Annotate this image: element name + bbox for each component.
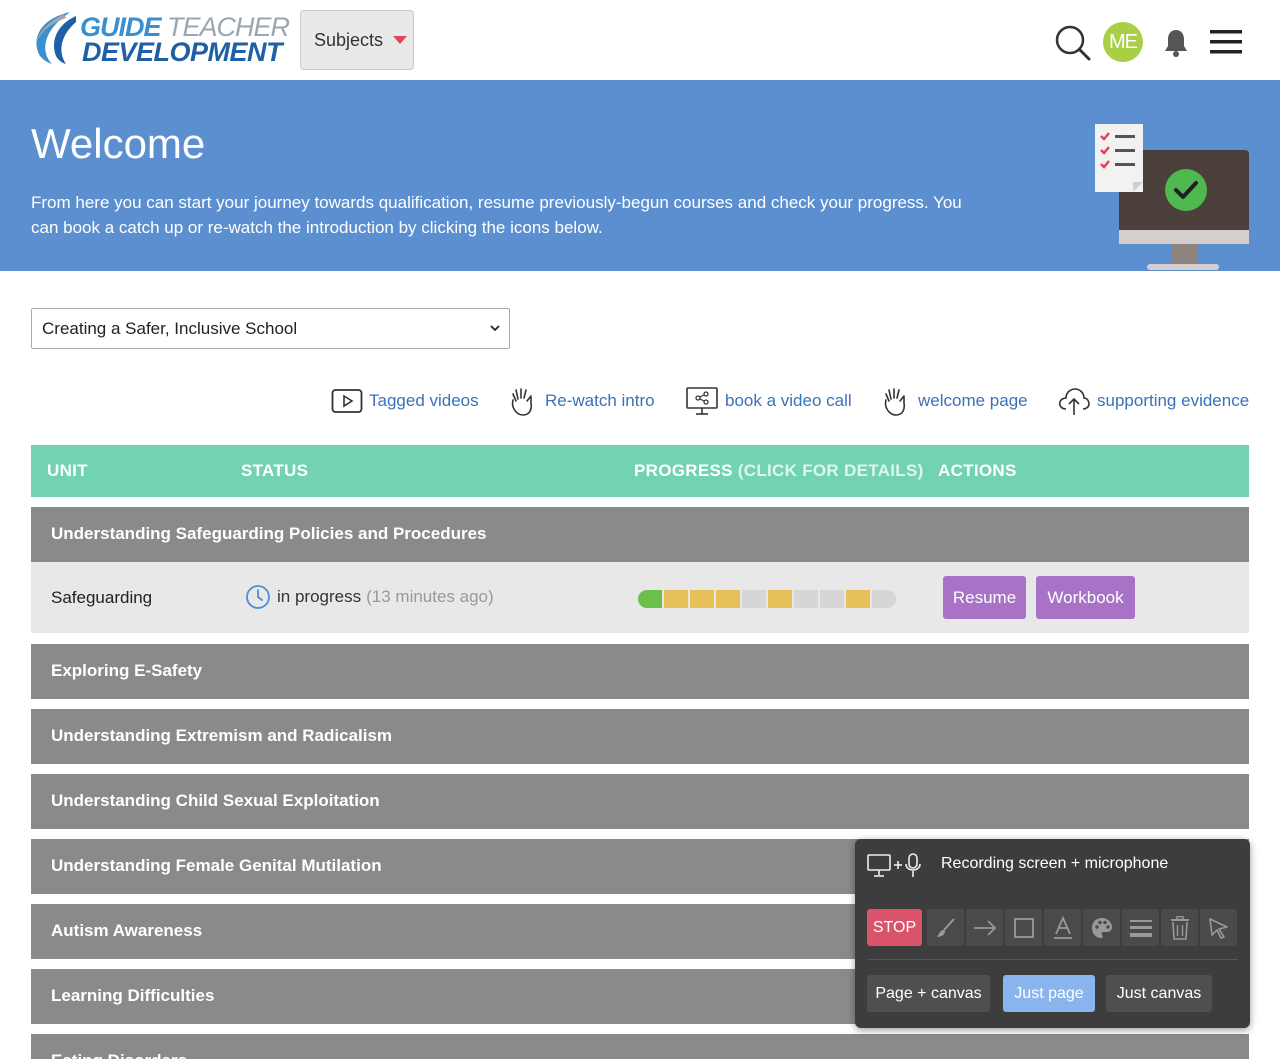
supporting-evidence-link[interactable]: supporting evidence bbox=[1057, 385, 1249, 417]
rewatch-intro-link[interactable]: Re-watch intro bbox=[507, 385, 655, 417]
unit-title: Learning Difficulties bbox=[51, 986, 215, 1005]
workbook-button[interactable]: Workbook bbox=[1036, 576, 1135, 619]
course-select-value: Creating a Safer, Inclusive School bbox=[42, 318, 298, 338]
progress-segment bbox=[872, 590, 896, 608]
page-title: Welcome bbox=[31, 120, 206, 167]
computer-checklist-illustration bbox=[1095, 124, 1249, 270]
unit-title: Understanding Female Genital Mutilation bbox=[51, 856, 382, 875]
status-text: in progress bbox=[277, 587, 362, 606]
welcome-page-link[interactable]: welcome page bbox=[880, 385, 1028, 417]
subjects-label: Subjects bbox=[314, 29, 384, 50]
tagged-videos-link[interactable]: Tagged videos bbox=[331, 385, 479, 417]
just-canvas-option[interactable]: Just canvas bbox=[1106, 975, 1212, 1012]
units-table-header: UNIT STATUS PROGRESS (CLICK FOR DETAILS)… bbox=[31, 445, 1249, 497]
unit-row[interactable]: Understanding Child Sexual Exploitation bbox=[31, 774, 1249, 829]
column-header-unit: UNIT bbox=[47, 461, 88, 480]
progress-bar[interactable] bbox=[638, 590, 898, 608]
stop-recording-button[interactable]: STOP bbox=[867, 909, 922, 946]
supporting-evidence-label: supporting evidence bbox=[1097, 391, 1250, 410]
subjects-dropdown-button[interactable]: Subjects bbox=[300, 10, 414, 70]
waving-hand-icon bbox=[884, 388, 906, 416]
page-canvas-option[interactable]: Page + canvas bbox=[867, 975, 990, 1012]
logo[interactable]: GUIDE TEACHER DEVELOPMENT bbox=[30, 10, 290, 68]
avatar-initials: ME bbox=[1109, 30, 1138, 53]
video-play-icon bbox=[331, 389, 363, 413]
status-time-ago: (13 minutes ago) bbox=[366, 587, 494, 606]
line-width-tool-button[interactable] bbox=[1122, 909, 1159, 946]
resume-button[interactable]: Resume bbox=[943, 576, 1026, 619]
unit-title: Understanding Extremism and Radicalism bbox=[51, 726, 393, 745]
sub-unit-name: Safeguarding bbox=[51, 588, 153, 607]
waving-hand-icon bbox=[511, 388, 533, 416]
progress-segment bbox=[742, 590, 766, 608]
book-video-call-link[interactable]: book a video call bbox=[685, 385, 852, 417]
search-icon[interactable] bbox=[1054, 24, 1092, 62]
divider bbox=[867, 959, 1238, 960]
chevron-down-icon bbox=[490, 325, 500, 332]
trash-icon bbox=[1170, 915, 1189, 940]
text-tool-button[interactable] bbox=[1044, 909, 1081, 946]
rectangle-tool-button[interactable] bbox=[1005, 909, 1042, 946]
arrow-icon bbox=[973, 919, 996, 936]
avatar[interactable]: ME bbox=[1103, 22, 1143, 62]
progress-segment bbox=[794, 590, 818, 608]
welcome-page-label: welcome page bbox=[918, 391, 1028, 410]
delete-tool-button[interactable] bbox=[1161, 909, 1198, 946]
unit-row[interactable]: Understanding Extremism and Radicalism bbox=[31, 709, 1249, 764]
logo-swoosh-icon bbox=[36, 12, 76, 64]
text-icon bbox=[1053, 915, 1072, 939]
column-header-actions: ACTIONS bbox=[938, 461, 1017, 480]
line-width-icon bbox=[1129, 919, 1152, 937]
screen-microphone-icon bbox=[867, 853, 921, 877]
book-video-call-label: book a video call bbox=[725, 391, 852, 410]
arrow-tool-button[interactable] bbox=[966, 909, 1003, 946]
progress-segment bbox=[664, 590, 688, 608]
color-tool-button[interactable] bbox=[1083, 909, 1120, 946]
screen-share-icon bbox=[686, 387, 718, 415]
brush-tool-button[interactable] bbox=[927, 909, 964, 946]
unit-title: Autism Awareness bbox=[51, 921, 203, 940]
unit-row[interactable]: Exploring E-Safety bbox=[31, 644, 1249, 699]
progress-segment bbox=[768, 590, 792, 608]
welcome-description: From here you can start your journey tow… bbox=[31, 193, 962, 237]
bell-icon[interactable] bbox=[1163, 28, 1189, 58]
unit-title: Understanding Safeguarding Policies and … bbox=[51, 524, 487, 543]
cursor-icon bbox=[1208, 917, 1228, 939]
clock-icon bbox=[246, 585, 270, 609]
logo-text-line2: DEVELOPMENT bbox=[82, 37, 283, 67]
unit-row[interactable]: Eating Disorders bbox=[31, 1034, 1249, 1059]
screen-recorder-panel: Recording screen + microphone STOP Page … bbox=[855, 839, 1250, 1028]
rewatch-intro-label: Re-watch intro bbox=[545, 391, 655, 410]
cloud-upload-icon bbox=[1058, 388, 1090, 415]
unit-title: Eating Disorders bbox=[51, 1051, 187, 1059]
progress-segment bbox=[846, 590, 870, 608]
unit-title: Understanding Child Sexual Exploitation bbox=[51, 791, 380, 810]
welcome-banner: Welcome From here you can start your jou… bbox=[0, 80, 1280, 271]
column-header-progress: PROGRESS (CLICK FOR DETAILS) bbox=[634, 461, 924, 480]
sub-unit-row: Safeguarding in progress (13 minutes ago… bbox=[31, 562, 1249, 633]
rectangle-icon bbox=[1013, 917, 1034, 938]
just-page-option[interactable]: Just page bbox=[1003, 975, 1095, 1012]
top-header: GUIDE TEACHER DEVELOPMENT Subjects ME bbox=[0, 0, 1280, 80]
caret-down-icon bbox=[393, 36, 408, 44]
unit-title: Exploring E-Safety bbox=[51, 661, 203, 680]
brush-icon bbox=[936, 917, 955, 937]
course-select[interactable]: Creating a Safer, Inclusive School bbox=[31, 308, 510, 349]
recorder-title: Recording screen + microphone bbox=[941, 855, 1169, 872]
palette-icon bbox=[1091, 917, 1112, 938]
progress-segment bbox=[638, 590, 662, 608]
tagged-videos-label: Tagged videos bbox=[369, 391, 479, 410]
select-tool-button[interactable] bbox=[1200, 909, 1237, 946]
progress-segment bbox=[716, 590, 740, 608]
sub-unit-status: in progress (13 minutes ago) bbox=[245, 584, 494, 610]
hamburger-menu-icon[interactable] bbox=[1210, 28, 1242, 56]
progress-segment bbox=[820, 590, 844, 608]
progress-segment bbox=[690, 590, 714, 608]
column-header-status: STATUS bbox=[241, 461, 309, 480]
unit-row[interactable]: Understanding Safeguarding Policies and … bbox=[31, 507, 1249, 562]
